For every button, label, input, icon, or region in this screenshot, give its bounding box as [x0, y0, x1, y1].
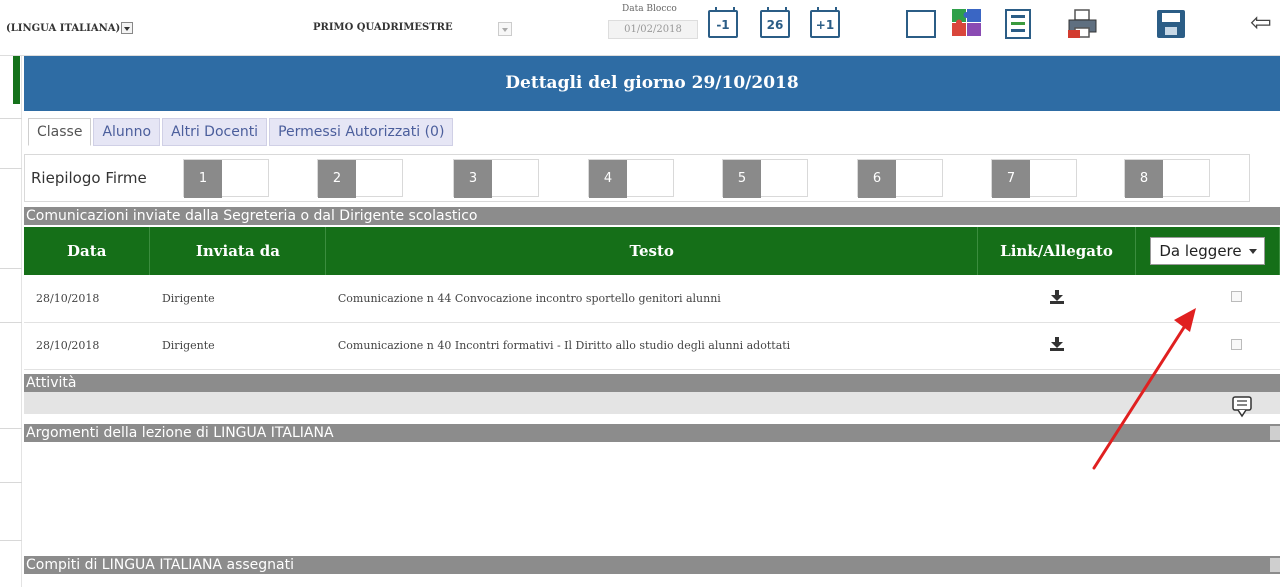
- tab-permessi-autorizzati[interactable]: Permessi Autorizzati (0): [269, 118, 454, 146]
- compiti-title-text: Compiti di LINGUA ITALIANA assegnati: [26, 557, 295, 573]
- signature-slot[interactable]: 5: [722, 159, 808, 198]
- period-label: PRIMO QUADRIMESTRE: [313, 22, 453, 33]
- day-details-panel: Dettagli del giorno 29/10/2018 Classe Al…: [22, 56, 1280, 587]
- signature-slot-number: 8: [1125, 160, 1163, 198]
- tab-altri-docenti[interactable]: Altri Docenti: [162, 118, 268, 146]
- list-icon[interactable]: [1005, 9, 1031, 39]
- column-header-filter: Da leggere: [1135, 227, 1280, 275]
- signature-slot-number: 1: [184, 160, 222, 198]
- signature-slot[interactable]: 7: [991, 159, 1077, 198]
- row-date: 28/10/2018: [24, 322, 150, 370]
- calendar-prev-label: -1: [716, 18, 730, 32]
- comment-icon[interactable]: [1232, 396, 1252, 418]
- left-divider: [0, 268, 22, 269]
- download-icon[interactable]: [1049, 337, 1064, 351]
- signature-summary-label: Riepilogo Firme: [31, 169, 147, 187]
- communications-section-title: Comunicazioni inviate dalla Segreteria o…: [24, 207, 1280, 225]
- table-header-row: Data Inviata da Testo Link/Allegato Da l…: [24, 227, 1280, 275]
- read-checkbox[interactable]: [1231, 291, 1242, 303]
- attivita-section-title: Attività: [24, 374, 1280, 392]
- left-divider: [0, 428, 22, 429]
- row-attachment: [977, 322, 1136, 370]
- left-divider: [0, 540, 22, 541]
- signature-slot[interactable]: 3: [453, 159, 539, 198]
- column-header-link-allegato: Link/Allegato: [977, 227, 1137, 275]
- block-date-field[interactable]: 01/02/2018: [608, 20, 698, 39]
- read-filter-select[interactable]: Da leggere: [1150, 237, 1265, 265]
- row-sender: Dirigente: [149, 322, 326, 370]
- column-header-inviata-da: Inviata da: [149, 227, 327, 275]
- panel-title: Dettagli del giorno 29/10/2018: [24, 56, 1280, 111]
- app-window: (LINGUA ITALIANA) PRIMO QUADRIMESTRE Dat…: [0, 0, 1280, 587]
- row-sender: Dirigente: [149, 275, 326, 323]
- signature-slot-number: 7: [992, 160, 1030, 198]
- signature-slot-number: 2: [318, 160, 356, 198]
- argomenti-section-title: Argomenti della lezione di LINGUA ITALIA…: [24, 424, 1280, 442]
- row-attachment: [977, 275, 1136, 323]
- signature-slot-number: 6: [858, 160, 896, 198]
- period-dropdown[interactable]: [498, 22, 512, 36]
- signature-slot-number: 5: [723, 160, 761, 198]
- attivita-content: [24, 392, 1280, 414]
- tab-classe[interactable]: Classe: [28, 118, 92, 146]
- column-header-data: Data: [24, 227, 151, 275]
- puzzle-icon[interactable]: [951, 8, 983, 38]
- block-date-label: Data Blocco: [622, 4, 677, 14]
- calendar-next-icon[interactable]: +1: [810, 7, 840, 38]
- signature-slot-number: 3: [454, 160, 492, 198]
- subject-select[interactable]: (LINGUA ITALIANA): [6, 22, 134, 34]
- tab-bar: Classe Alunno Altri Docenti Permessi Aut…: [28, 118, 455, 146]
- save-icon[interactable]: [1157, 10, 1185, 38]
- left-green-marker: [13, 56, 20, 104]
- resize-handle[interactable]: [1270, 558, 1280, 572]
- tab-alunno[interactable]: Alunno: [93, 118, 161, 146]
- top-toolbar: (LINGUA ITALIANA) PRIMO QUADRIMESTRE Dat…: [0, 0, 1280, 56]
- signature-slot[interactable]: 1: [183, 159, 269, 198]
- signature-slot-number: 4: [589, 160, 627, 198]
- read-checkbox[interactable]: [1231, 338, 1242, 350]
- signature-summary: Riepilogo Firme 1 2 3 4 5 6 7 8: [24, 154, 1250, 202]
- communications-table: Data Inviata da Testo Link/Allegato Da l…: [24, 227, 1280, 370]
- left-divider: [0, 482, 22, 483]
- calendar-next-label: +1: [815, 18, 835, 32]
- left-divider: [0, 168, 22, 169]
- calendar-today-label: 26: [766, 18, 784, 32]
- left-divider: [0, 322, 22, 323]
- signature-slot[interactable]: 2: [317, 159, 403, 198]
- signature-slot[interactable]: 4: [588, 159, 674, 198]
- view-icon[interactable]: [906, 10, 936, 38]
- back-arrow-icon[interactable]: ⇦: [1250, 10, 1272, 36]
- download-icon[interactable]: [1049, 289, 1064, 304]
- row-read-cell: [1135, 275, 1280, 323]
- subject-label: (LINGUA ITALIANA): [6, 22, 121, 34]
- chevron-down-icon[interactable]: [121, 22, 134, 34]
- argomenti-title-text: Argomenti della lezione di LINGUA ITALIA…: [26, 425, 334, 441]
- column-header-testo: Testo: [325, 227, 979, 275]
- table-row[interactable]: 28/10/2018 Dirigente Comunicazione n 40 …: [24, 322, 1280, 370]
- table-row[interactable]: 28/10/2018 Dirigente Comunicazione n 44 …: [24, 275, 1280, 323]
- row-date: 28/10/2018: [24, 275, 150, 323]
- resize-handle[interactable]: [1270, 426, 1280, 440]
- compiti-section-title: Compiti di LINGUA ITALIANA assegnati: [24, 556, 1280, 574]
- calendar-today-icon[interactable]: 26: [760, 7, 790, 38]
- row-read-cell: [1135, 322, 1280, 370]
- signature-slot[interactable]: 8: [1124, 159, 1210, 198]
- row-text: Comunicazione n 40 Incontri formativi - …: [325, 322, 978, 370]
- argomenti-content[interactable]: [24, 442, 1280, 552]
- row-text: Comunicazione n 44 Convocazione incontro…: [325, 275, 978, 323]
- print-icon[interactable]: [1066, 8, 1100, 40]
- left-divider: [0, 118, 22, 119]
- calendar-prev-icon[interactable]: -1: [708, 7, 738, 38]
- signature-slot[interactable]: 6: [857, 159, 943, 198]
